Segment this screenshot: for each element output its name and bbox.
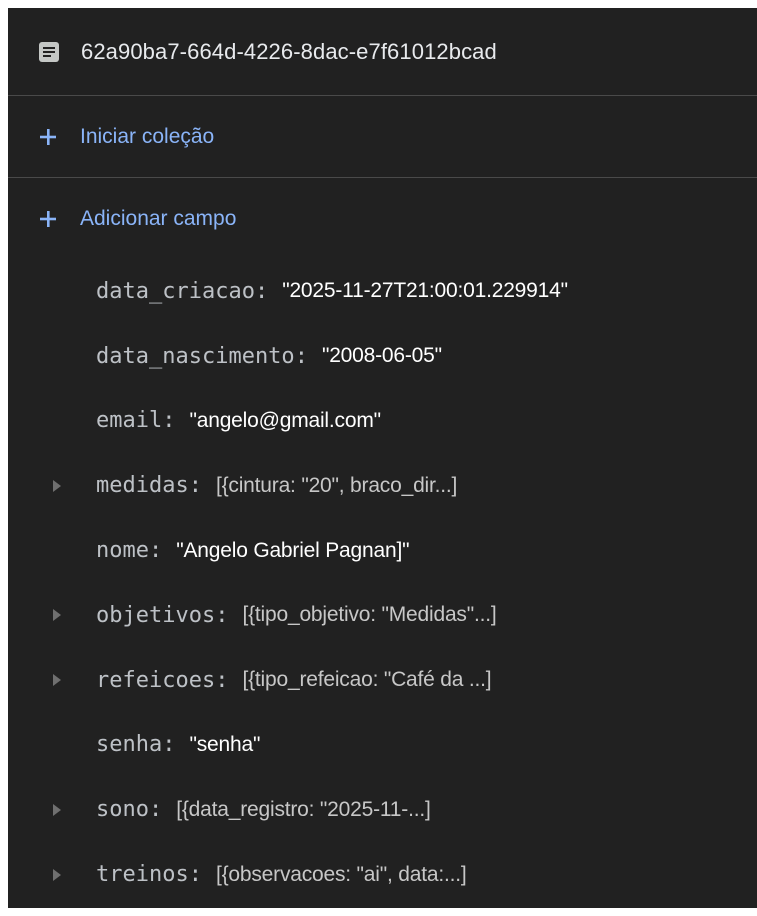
start-collection-label: Iniciar coleção bbox=[80, 124, 215, 148]
field-key: objetivos bbox=[96, 602, 216, 628]
field-row-nome[interactable]: nome: "Angelo Gabriel Pagnan]" bbox=[8, 518, 757, 583]
field-value: [{tipo_refeicao: "Café da ...] bbox=[242, 668, 492, 692]
plus-icon bbox=[38, 209, 58, 229]
field-value: [{observacoes: "ai", data:...] bbox=[215, 862, 467, 886]
field-row-treinos[interactable]: treinos: [{observacoes: "ai", data:...] bbox=[8, 842, 757, 907]
field-value: "angelo@gmail.com" bbox=[189, 408, 381, 432]
field-value: "2008-06-05" bbox=[321, 344, 442, 368]
field-value: [{data_registro: "2025-11-...] bbox=[176, 797, 431, 821]
field-key: email bbox=[96, 408, 163, 434]
field-value: "Angelo Gabriel Pagnan]" bbox=[176, 538, 410, 562]
field-value: "senha" bbox=[189, 732, 261, 756]
expand-caret-icon[interactable] bbox=[51, 478, 63, 494]
field-key: refeicoes bbox=[96, 667, 216, 693]
document-header[interactable]: 62a90ba7-664d-4226-8dac-e7f61012bcad bbox=[8, 8, 757, 96]
field-row-email[interactable]: email: "angelo@gmail.com" bbox=[8, 389, 757, 454]
field-key: senha bbox=[96, 732, 163, 758]
field-key: treinos bbox=[96, 862, 189, 888]
field-key: nome bbox=[96, 538, 149, 564]
expand-caret-icon[interactable] bbox=[51, 672, 63, 688]
field-key: medidas bbox=[96, 473, 189, 499]
document-icon bbox=[38, 41, 60, 63]
field-key: data_criacao bbox=[96, 278, 255, 304]
expand-caret-icon[interactable] bbox=[51, 867, 63, 883]
plus-icon bbox=[38, 127, 58, 147]
expand-caret-icon[interactable] bbox=[51, 802, 63, 818]
field-row-objetivos[interactable]: objetivos: [{tipo_objetivo: "Medidas"...… bbox=[8, 583, 757, 648]
field-list: data_criacao: "2025-11-27T21:00:01.22991… bbox=[8, 259, 757, 907]
start-collection-button[interactable]: Iniciar coleção bbox=[8, 96, 757, 178]
add-field-button[interactable]: Adicionar campo bbox=[8, 178, 757, 259]
expand-caret-icon[interactable] bbox=[51, 607, 63, 623]
field-value: "2025-11-27T21:00:01.229914" bbox=[282, 279, 568, 303]
field-row-senha[interactable]: senha: "senha" bbox=[8, 713, 757, 778]
add-field-label: Adicionar campo bbox=[80, 206, 237, 230]
field-value: [{cintura: "20", braco_dir...] bbox=[215, 473, 458, 497]
field-row-sono[interactable]: sono: [{data_registro: "2025-11-...] bbox=[8, 777, 757, 842]
field-row-refeicoes[interactable]: refeicoes: [{tipo_refeicao: "Café da ...… bbox=[8, 648, 757, 713]
field-row-data-criacao[interactable]: data_criacao: "2025-11-27T21:00:01.22991… bbox=[8, 259, 757, 324]
field-key: sono bbox=[96, 797, 149, 823]
field-key: data_nascimento bbox=[96, 343, 295, 369]
field-row-data-nascimento[interactable]: data_nascimento: "2008-06-05" bbox=[8, 324, 757, 389]
field-row-medidas[interactable]: medidas: [{cintura: "20", braco_dir...] bbox=[8, 453, 757, 518]
field-value: [{tipo_objetivo: "Medidas"...] bbox=[242, 603, 497, 627]
document-panel: 62a90ba7-664d-4226-8dac-e7f61012bcad Ini… bbox=[8, 8, 757, 908]
document-id: 62a90ba7-664d-4226-8dac-e7f61012bcad bbox=[81, 38, 497, 64]
